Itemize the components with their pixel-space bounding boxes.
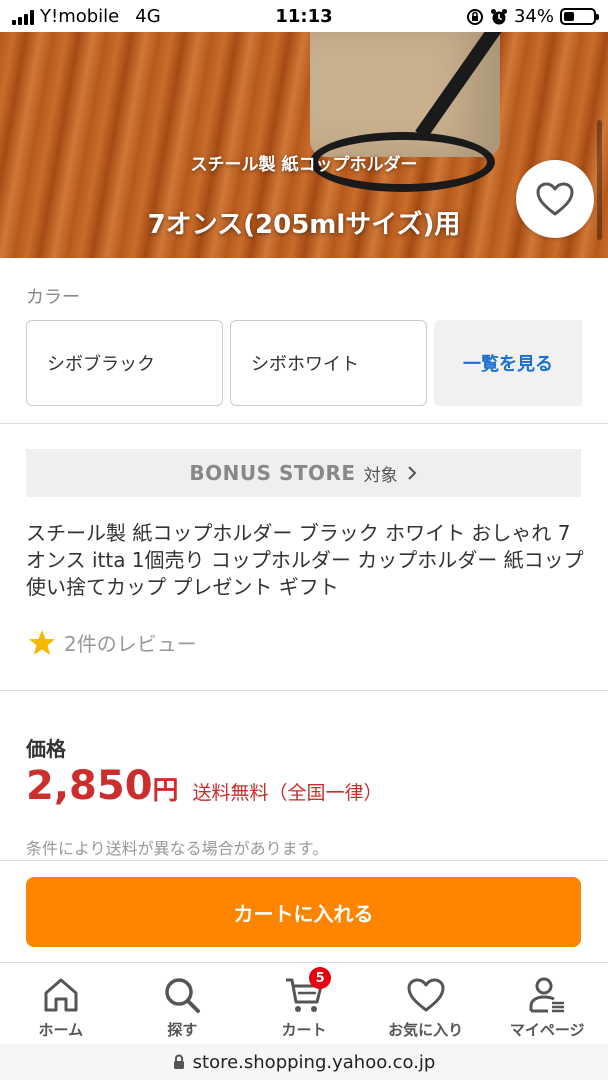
nav-favorites[interactable]: お気に入り xyxy=(365,963,487,1044)
scroll-indicator xyxy=(597,120,602,240)
nav-label: ホーム xyxy=(38,1021,84,1039)
see-all-button[interactable]: 一覧を見る xyxy=(434,320,582,406)
color-option-black[interactable]: シボブラック xyxy=(26,320,223,406)
star-icon xyxy=(29,630,55,655)
price-label: 価格 xyxy=(26,737,66,761)
product-title: スチール製 紙コップホルダー ブラック ホワイト おしゃれ 7オンス itta … xyxy=(26,521,584,599)
nav-label: 探す xyxy=(167,1021,198,1039)
chevron-right-icon xyxy=(407,466,417,480)
url-bar[interactable]: store.shopping.yahoo.co.jp xyxy=(0,1044,608,1080)
battery-level xyxy=(564,12,574,21)
battery-percent: 34% xyxy=(513,6,554,27)
bonus-store-banner[interactable]: BONUS STORE 対象 xyxy=(26,449,581,497)
nav-label: マイページ xyxy=(509,1021,585,1039)
color-label: カラー xyxy=(26,287,80,308)
search-icon xyxy=(165,978,201,1013)
heart-icon xyxy=(407,978,445,1012)
heart-icon xyxy=(536,182,574,216)
divider xyxy=(0,860,608,861)
price-currency: 円 xyxy=(152,776,179,806)
color-option-white[interactable]: シボホワイト xyxy=(230,320,427,406)
price-value: 2,850 xyxy=(26,763,153,809)
status-right: 34% xyxy=(466,6,599,27)
user-icon xyxy=(529,977,565,1013)
hero-subtitle: スチール製 紙コップホルダー xyxy=(190,155,418,175)
alarm-icon xyxy=(490,8,507,24)
status-bar: Y!mobile 4G 11:13 34% xyxy=(0,0,608,32)
url-text: store.shopping.yahoo.co.jp xyxy=(192,1051,436,1073)
bonus-store-logo: BONUS STORE xyxy=(189,461,356,485)
shipping-info[interactable]: 送料無料（全国一律） xyxy=(193,778,383,805)
home-icon xyxy=(44,978,78,1012)
review-count: 2件のレビュー xyxy=(64,632,197,656)
add-to-cart-button[interactable]: カートに入れる xyxy=(26,877,581,947)
bonus-target-label: 対象 xyxy=(363,465,398,486)
nav-home[interactable]: ホーム xyxy=(0,963,122,1044)
lock-icon xyxy=(173,1054,184,1069)
nav-label: カート xyxy=(281,1021,327,1039)
nav-cart[interactable]: 5 カート xyxy=(243,963,365,1044)
price-row: 2,850 円 送料無料（全国一律） xyxy=(26,763,383,809)
cart-count-badge: 5 xyxy=(309,967,332,989)
nav-label: お気に入り xyxy=(388,1021,464,1039)
divider xyxy=(0,690,608,691)
review-link[interactable]: 2件のレビュー xyxy=(28,628,197,657)
battery-icon xyxy=(560,8,599,25)
nav-search[interactable]: 探す xyxy=(122,963,244,1044)
divider xyxy=(0,423,608,424)
favorite-button[interactable] xyxy=(516,160,594,238)
nav-mypage[interactable]: マイページ xyxy=(486,963,608,1044)
shipping-note: 条件により送料が異なる場合があります。 xyxy=(26,839,329,858)
bottom-nav: ホーム 探す 5 カート お気に入り マイページ xyxy=(0,962,608,1044)
rotation-lock-icon xyxy=(466,8,483,25)
